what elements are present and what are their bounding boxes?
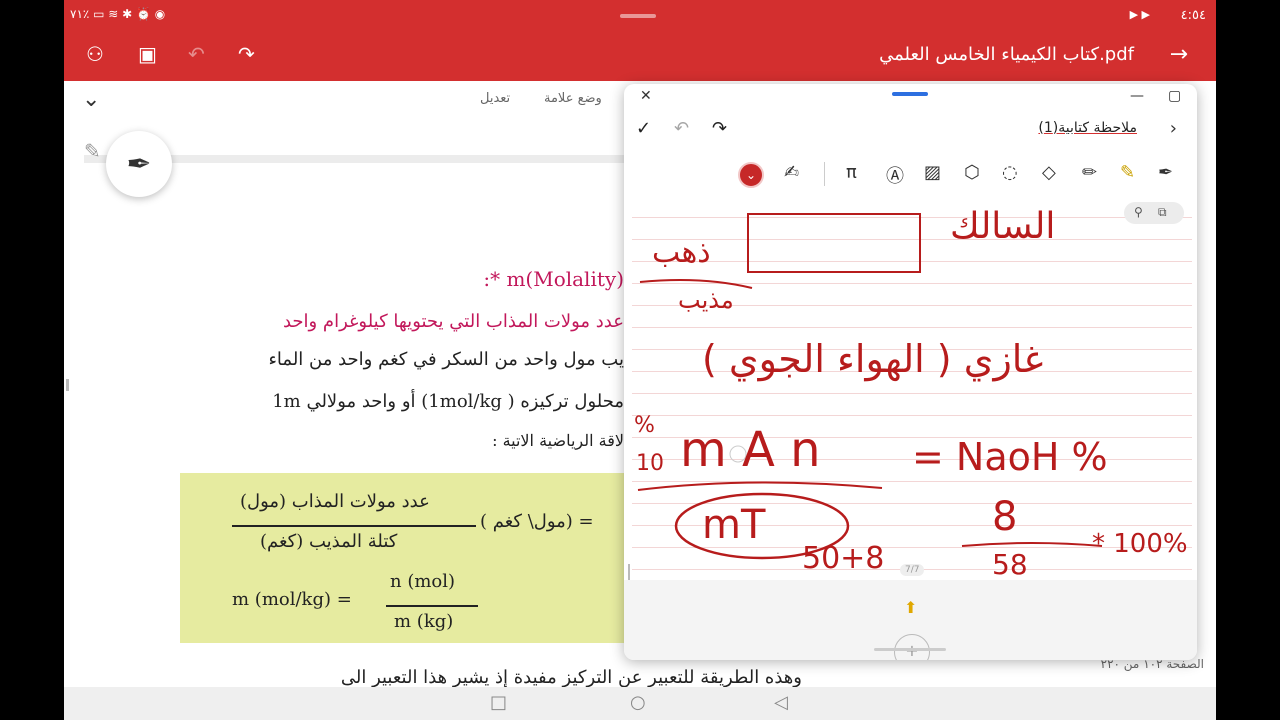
note-page-indicator: 7/7 xyxy=(900,564,925,576)
home-icon[interactable]: ○ xyxy=(630,692,646,713)
ink-word: % xyxy=(634,413,655,438)
formula-lhs: ( مول\ كغم) = xyxy=(480,511,594,532)
back-arrow-icon[interactable]: → xyxy=(1170,42,1188,67)
shapes-icon[interactable]: ⬡ xyxy=(964,162,980,183)
formula2-numerator: n (mol) xyxy=(390,571,456,592)
formula-denominator: كتلة المذيب (كغم) xyxy=(260,531,398,552)
share-icon[interactable]: ⚇ xyxy=(86,42,104,66)
writing-canvas[interactable]: ⚲ ⧉ السالك ذهب مذيب غازي ( الهواء الجوي … xyxy=(632,196,1192,580)
footer-handle xyxy=(874,648,946,651)
bookmark-tab[interactable]: وضع علامة xyxy=(544,91,602,106)
ink-stroke xyxy=(961,542,1103,547)
undo-icon[interactable]: ↶ xyxy=(188,42,205,66)
ink-word: ذهب xyxy=(652,235,711,270)
math-pi-icon[interactable]: π xyxy=(846,162,857,183)
back-icon[interactable]: ◁ xyxy=(774,692,788,713)
body-line: يب مول واحد من السكر في كغم واحد من الما… xyxy=(268,349,624,370)
note-footer: ⬆ + xyxy=(624,580,1197,660)
battery-level: ٧١٪ xyxy=(70,7,90,21)
clock: ٤:٥٤ xyxy=(1180,8,1206,23)
ink-word: * 100% xyxy=(1092,529,1188,559)
tablet-screen: ٧١٪ ▭ ≋ ✱ ⏰ ◉ ▶ ▶ ٤:٥٤ ⚇ ▣ ↶ ↷ كتاب الكي… xyxy=(64,0,1216,720)
app-bar: ⚇ ▣ ↶ ↷ كتاب الكيمياء الخامس العلمي.pdf … xyxy=(64,32,1216,81)
recents-icon[interactable]: □ xyxy=(490,692,507,713)
body-line: لاقة الرياضية الاتية : xyxy=(492,431,624,450)
eraser-icon[interactable]: ◇ xyxy=(1042,162,1056,183)
formula2-denominator: m (kg) xyxy=(394,611,454,632)
formula-numerator: عدد مولات المذاب (مول) xyxy=(240,491,430,512)
ink-word: غازي ( الهواء الجوي ) xyxy=(702,337,1043,382)
drag-handle[interactable] xyxy=(620,14,656,18)
handwriting-svg: السالك ذهب مذيب غازي ( الهواء الجوي ) m … xyxy=(634,206,1188,580)
formula-box: عدد مولات المذاب (مول) كتلة المذيب (كغم)… xyxy=(180,473,624,643)
status-bar: ٧١٪ ▭ ≋ ✱ ⏰ ◉ ▶ ▶ ٤:٥٤ xyxy=(64,0,1216,32)
fountain-pen-icon: ✒ xyxy=(126,146,152,182)
pen-toolbar: ⌄ ✍ π Ⓐ ▨ ⬡ ◌ ◇ ✏ ✎ ✒ xyxy=(624,156,1197,192)
toolbar-separator xyxy=(824,162,825,186)
fraction-bar xyxy=(386,605,478,607)
pencil-icon[interactable]: ✎ xyxy=(84,139,101,163)
confirm-icon[interactable]: ✓ xyxy=(636,118,651,139)
ink-box xyxy=(747,213,921,273)
text-box-icon[interactable]: Ⓐ xyxy=(886,162,904,188)
notification-icons: ▶ ▶ xyxy=(1129,8,1150,21)
document-title: كتاب الكيمياء الخامس العلمي.pdf xyxy=(879,44,1134,65)
ink-word: 50+8 xyxy=(802,541,884,576)
ink-word: 58 xyxy=(992,548,1028,580)
ink-word: 8 xyxy=(992,494,1017,540)
note-title-text: ملاحظة كتابية(1) xyxy=(1038,120,1137,136)
pen-tool-button[interactable]: ✒ xyxy=(106,131,172,197)
ink-word: mT xyxy=(702,502,766,548)
side-grip[interactable] xyxy=(66,379,69,391)
color-picker-button[interactable]: ⌄ xyxy=(738,162,764,188)
maximize-icon[interactable]: ▢ xyxy=(1168,88,1181,104)
fraction-bar xyxy=(232,525,476,527)
body-line: وهذه الطريقة للتعبير عن التركيز مفيدة إذ… xyxy=(340,667,802,688)
note-redo-icon[interactable]: ↷ xyxy=(712,118,727,139)
highlighter-icon[interactable]: ✎ xyxy=(1120,162,1135,183)
ink-word: مذيب xyxy=(678,286,734,314)
save-icon[interactable]: ▣ xyxy=(138,42,157,66)
definition-line: عدد مولات المذاب التي يحتويها كيلوغرام و… xyxy=(282,311,624,332)
redo-icon[interactable]: ↷ xyxy=(238,42,255,66)
note-title: ملاحظة كتابية(1) xyxy=(1038,120,1137,136)
body-line: محلول تركيزه ( 1mol/kg) أو واحد مولالي 1… xyxy=(272,391,624,412)
handwriting-note-panel: ✕ — ▢ ✓ ↶ ↷ ملاحظة كتابية(1) › ⌄ ✍ π Ⓐ ▨… xyxy=(624,84,1197,660)
ink-word: السالك xyxy=(950,206,1055,247)
ink-word: m A n xyxy=(680,422,821,478)
formula-lhs-molality: m (mol/kg) = xyxy=(232,589,352,610)
add-page-button[interactable]: + xyxy=(894,634,930,660)
panel-drag-handle[interactable] xyxy=(892,92,928,96)
note-undo-icon[interactable]: ↶ xyxy=(674,118,689,139)
note-back-chevron-icon[interactable]: › xyxy=(1170,118,1177,139)
ink-stroke xyxy=(637,481,883,491)
image-icon[interactable]: ▨ xyxy=(924,162,941,183)
minimize-icon[interactable]: — xyxy=(1130,88,1144,104)
ink-style-icon[interactable]: ✍ xyxy=(784,162,799,183)
collapse-chevron-icon[interactable]: ⌄ xyxy=(82,87,100,112)
edit-tab[interactable]: تعديل xyxy=(480,91,510,106)
scroll-up-arrow-icon[interactable]: ⬆ xyxy=(904,598,917,617)
system-nav-bar: □ ○ ◁ xyxy=(64,687,1216,720)
ink-word: = NaoH % xyxy=(912,435,1108,479)
status-icons: ٧١٪ ▭ ≋ ✱ ⏰ ◉ xyxy=(70,7,166,21)
fountain-pen-tool-icon[interactable]: ✒ xyxy=(1158,162,1173,183)
ink-word: 10 xyxy=(636,451,664,476)
close-icon[interactable]: ✕ xyxy=(640,88,652,104)
section-heading: (Molality)m *: xyxy=(483,267,624,291)
marker-icon[interactable]: ✏ xyxy=(1082,162,1097,183)
lasso-icon[interactable]: ◌ xyxy=(1002,162,1018,183)
